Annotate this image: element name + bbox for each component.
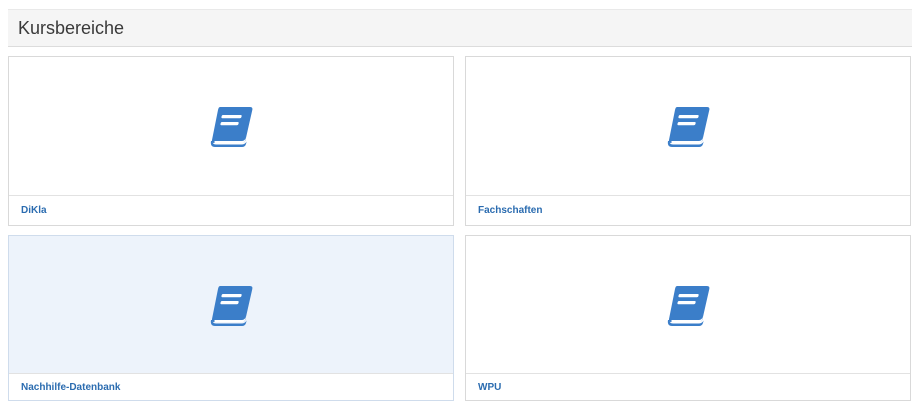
page-title: Kursbereiche	[18, 17, 125, 38]
book-icon	[665, 105, 711, 149]
book-icon	[208, 284, 254, 328]
category-card-image[interactable]	[9, 57, 453, 196]
category-card-image[interactable]	[466, 57, 910, 196]
book-icon	[665, 284, 711, 328]
category-card-dikla[interactable]: DiKla	[8, 56, 454, 226]
section-header: Kursbereiche	[8, 9, 912, 47]
category-card-title[interactable]: WPU	[478, 382, 501, 393]
category-card-image[interactable]	[466, 236, 910, 375]
category-card-footer[interactable]: DiKla	[9, 195, 453, 225]
category-card-footer[interactable]: Nachhilfe-Datenbank	[9, 373, 453, 400]
category-card-nachhilfe-datenbank[interactable]: Nachhilfe-Datenbank	[8, 235, 454, 401]
book-icon	[208, 105, 254, 149]
category-card-footer[interactable]: WPU	[466, 373, 910, 400]
category-card-wpu[interactable]: WPU	[465, 235, 911, 401]
category-card-footer[interactable]: Fachschaften	[466, 195, 910, 225]
category-card-fachschaften[interactable]: Fachschaften	[465, 56, 911, 226]
category-card-title[interactable]: Fachschaften	[478, 205, 542, 216]
category-card-title[interactable]: Nachhilfe-Datenbank	[21, 382, 120, 393]
category-card-image[interactable]	[9, 236, 453, 375]
category-card-title[interactable]: DiKla	[21, 205, 47, 216]
